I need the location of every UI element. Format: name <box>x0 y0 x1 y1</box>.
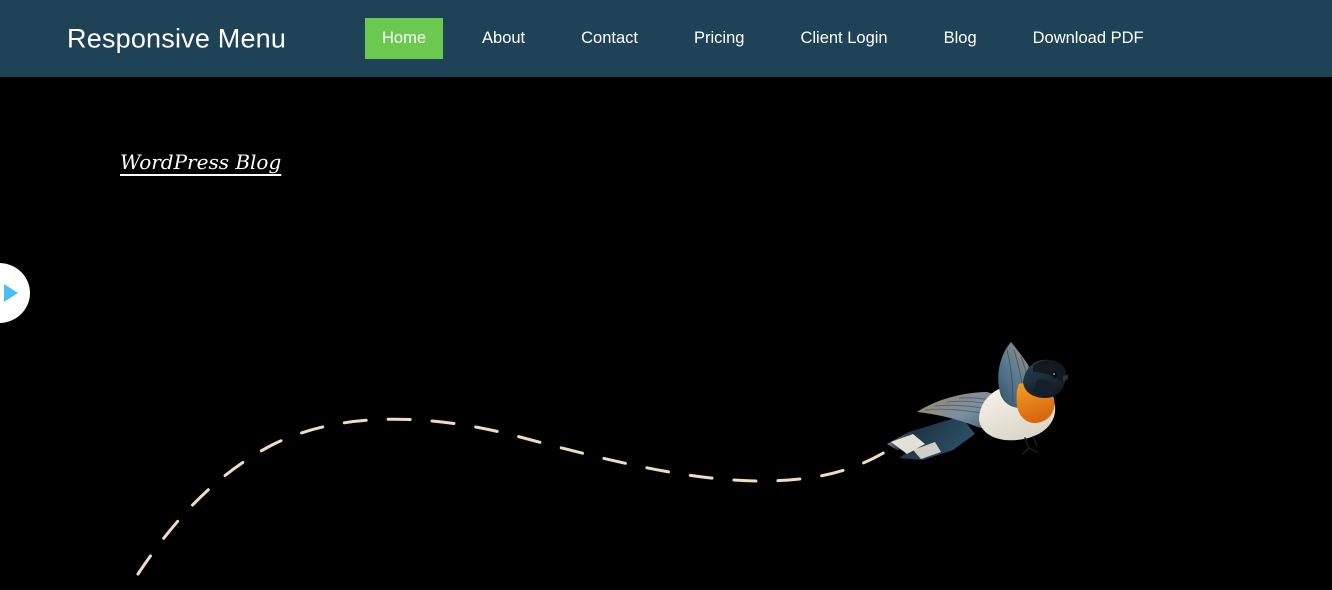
nav-item-download-pdf[interactable]: Download PDF <box>1016 18 1161 59</box>
page-title: Responsive Menu <box>67 23 287 53</box>
wordpress-blog-link[interactable]: WordPress Blog <box>120 150 281 174</box>
nav-item-about[interactable]: About <box>465 18 542 59</box>
play-button[interactable] <box>0 263 30 323</box>
nav-item-client-login[interactable]: Client Login <box>783 18 904 59</box>
play-icon <box>4 284 18 302</box>
primary-navigation: Home About Contact Pricing Client Login … <box>365 0 1161 77</box>
flying-bird-icon <box>887 342 1068 460</box>
nav-item-blog[interactable]: Blog <box>927 18 994 59</box>
nav-item-pricing[interactable]: Pricing <box>677 18 761 59</box>
nav-item-home[interactable]: Home <box>365 18 444 59</box>
hero-stage: WordPress Blog <box>0 77 1332 590</box>
site-header: Responsive Menu Home About Contact Prici… <box>0 0 1332 77</box>
nav-item-contact[interactable]: Contact <box>564 18 655 59</box>
